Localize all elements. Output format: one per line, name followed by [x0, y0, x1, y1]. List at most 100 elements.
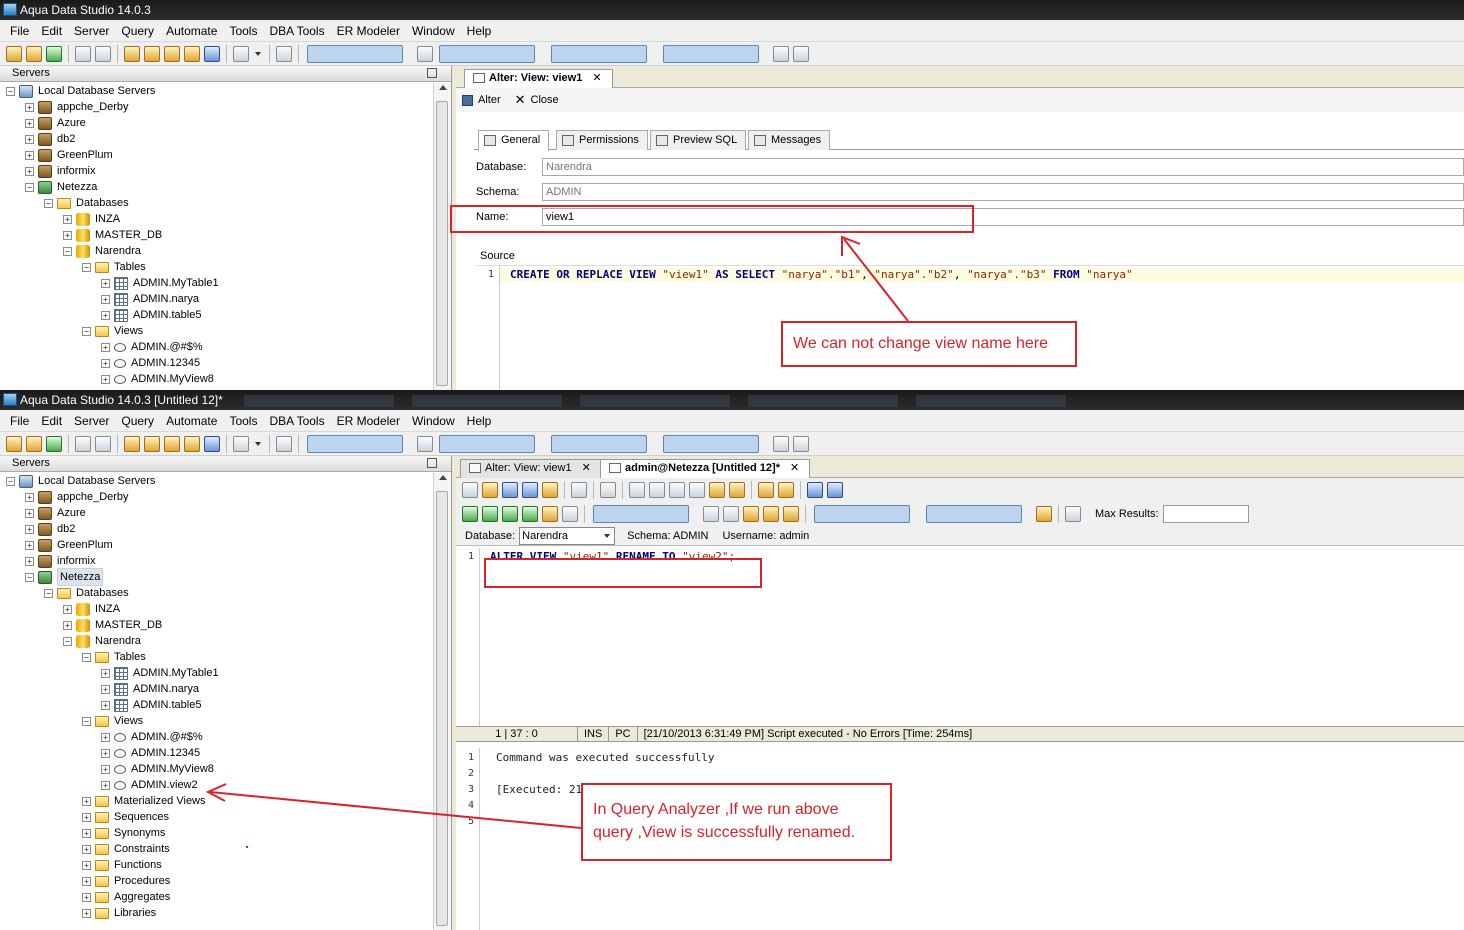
results-text-icon[interactable]	[926, 505, 1022, 523]
menu-window[interactable]: Window	[406, 414, 461, 428]
options-icon[interactable]	[1065, 506, 1081, 522]
menu-er-modeler[interactable]: ER Modeler	[331, 414, 406, 428]
expand-icon[interactable]: +	[101, 780, 110, 790]
tree-node[interactable]: + Functions	[82, 857, 162, 873]
menu-help[interactable]: Help	[461, 24, 498, 38]
query-window-icon[interactable]	[124, 45, 140, 62]
menu-file[interactable]: File	[4, 414, 35, 428]
expand-icon[interactable]: +	[101, 358, 110, 368]
layout-7-icon[interactable]	[793, 45, 809, 62]
results-grid-icon[interactable]	[814, 505, 910, 523]
collapse-icon[interactable]: −	[82, 262, 91, 272]
tree-node[interactable]: − Tables	[82, 649, 146, 665]
save-icon[interactable]	[502, 482, 518, 498]
restore-icon[interactable]	[427, 458, 437, 468]
tree-node[interactable]: + INZA	[63, 601, 120, 617]
collapse-icon[interactable]: −	[63, 246, 72, 256]
history-icon[interactable]	[233, 435, 249, 452]
tab-general[interactable]: General	[478, 130, 550, 151]
expand-icon[interactable]: +	[101, 732, 110, 742]
tree-node[interactable]: − Databases	[44, 585, 129, 601]
menu-tools[interactable]: Tools	[223, 414, 263, 428]
scroll-thumb[interactable]	[436, 101, 448, 386]
menu-server[interactable]: Server	[68, 414, 115, 428]
disconnect-icon[interactable]	[26, 435, 42, 452]
tree-node[interactable]: + Procedures	[82, 873, 170, 889]
describe-icon[interactable]	[783, 506, 799, 522]
menu-help[interactable]: Help	[461, 414, 498, 428]
tree-node[interactable]: + ADMIN.narya	[101, 681, 199, 697]
layout-2-icon[interactable]	[417, 435, 433, 452]
menu-automate[interactable]: Automate	[160, 24, 223, 38]
expand-icon[interactable]: +	[101, 278, 110, 288]
tree-node[interactable]: + ADMIN.MyView8	[101, 761, 214, 777]
tree-node[interactable]: + Constraints	[82, 841, 170, 857]
print-icon[interactable]	[276, 45, 292, 62]
menu-dba-tools[interactable]: DBA Tools	[263, 414, 330, 428]
collapse-icon[interactable]: −	[82, 716, 91, 726]
print-icon[interactable]	[571, 482, 587, 498]
tab-messages[interactable]: Messages	[748, 130, 831, 150]
expand-icon[interactable]: +	[63, 620, 72, 630]
menu-er-modeler[interactable]: ER Modeler	[331, 24, 406, 38]
stop-icon[interactable]	[562, 506, 578, 522]
history-dropdown-icon[interactable]	[255, 51, 261, 56]
expand-icon[interactable]: +	[25, 118, 34, 128]
tab-alter-view[interactable]: Alter: View: view1 ✕	[464, 69, 613, 89]
script-icon[interactable]	[184, 435, 200, 452]
tree-node[interactable]: + Azure	[25, 505, 86, 521]
close-button[interactable]: ✕ Close	[515, 92, 559, 108]
layout-5-icon[interactable]	[663, 44, 759, 63]
schema-icon[interactable]	[204, 435, 220, 452]
tree-node[interactable]: + ADMIN.12345	[101, 355, 200, 371]
page-setup-icon[interactable]	[600, 482, 616, 498]
expand-icon[interactable]: +	[25, 166, 34, 176]
collapse-icon[interactable]: −	[63, 636, 72, 646]
comment-icon[interactable]	[778, 482, 794, 498]
tree-node[interactable]: + appche_Derby	[25, 489, 129, 505]
expand-icon[interactable]: +	[25, 134, 34, 144]
cut-icon[interactable]	[649, 482, 665, 498]
refresh-icon[interactable]	[95, 435, 111, 452]
tree-node[interactable]: + ADMIN.@#$%	[101, 729, 203, 745]
tree-node[interactable]: + ADMIN.@#$%	[101, 339, 203, 355]
menu-window[interactable]: Window	[406, 24, 461, 38]
expand-icon[interactable]: +	[101, 310, 110, 320]
expand-icon[interactable]: +	[101, 668, 110, 678]
expand-icon[interactable]: +	[101, 764, 110, 774]
tree-node[interactable]: − Local Database Servers	[6, 83, 155, 99]
save-as-icon[interactable]	[522, 482, 538, 498]
expand-icon[interactable]: +	[101, 748, 110, 758]
menu-query[interactable]: Query	[115, 24, 160, 38]
tree-node[interactable]: + Aggregates	[82, 889, 170, 905]
print-icon[interactable]	[276, 435, 292, 452]
tree-node[interactable]: − Views	[82, 713, 143, 729]
format-icon[interactable]	[758, 482, 774, 498]
expand-icon[interactable]: +	[25, 508, 34, 518]
query-analyzer-icon[interactable]	[144, 45, 160, 62]
register-server-icon[interactable]	[46, 45, 62, 62]
schema-icon[interactable]	[204, 45, 220, 62]
properties-icon[interactable]	[75, 435, 91, 452]
rollback-icon[interactable]	[723, 506, 739, 522]
register-server-icon[interactable]	[46, 435, 62, 452]
close-tab-icon[interactable]: ✕	[790, 462, 799, 474]
collapse-icon[interactable]: −	[25, 572, 34, 582]
schema-browser-icon[interactable]	[763, 506, 779, 522]
menu-file[interactable]: File	[4, 24, 35, 38]
expand-icon[interactable]: +	[25, 150, 34, 160]
execute-all-icon[interactable]	[462, 506, 478, 522]
menu-edit[interactable]: Edit	[35, 414, 68, 428]
query-window-icon[interactable]	[124, 435, 140, 452]
layout-7-icon[interactable]	[793, 435, 809, 452]
collapse-icon[interactable]: −	[25, 182, 34, 192]
redo-icon[interactable]	[729, 482, 745, 498]
expand-icon[interactable]: +	[82, 844, 91, 854]
tree-scrollbar[interactable]	[433, 473, 451, 930]
database-select[interactable]: Narendra	[519, 526, 616, 545]
tree-node[interactable]: + GreenPlum	[25, 537, 113, 553]
tree-node[interactable]: + ADMIN.MyView8	[101, 371, 214, 387]
properties-icon[interactable]	[75, 45, 91, 62]
tree-node[interactable]: + ADMIN.MyTable1	[101, 275, 219, 291]
tree-node[interactable]: + ADMIN.narya	[101, 291, 199, 307]
